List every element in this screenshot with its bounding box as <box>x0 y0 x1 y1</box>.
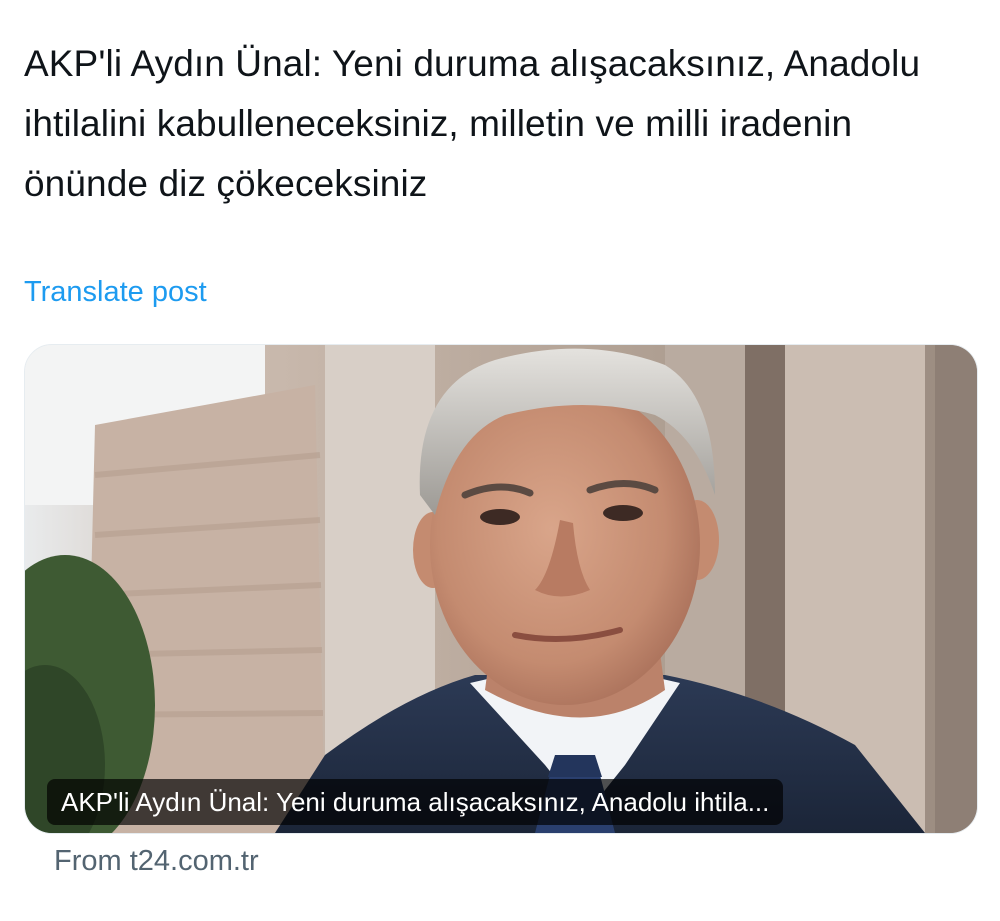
article-photo <box>25 345 977 833</box>
link-source[interactable]: From t24.com.tr <box>54 845 259 878</box>
post-text: AKP'li Aydın Ünal: Yeni duruma alışacaks… <box>24 43 921 204</box>
translate-post-link[interactable]: Translate post <box>24 276 207 309</box>
link-preview-card[interactable]: AKP'li Aydın Ünal: Yeni duruma alışacaks… <box>24 344 978 834</box>
card-caption: AKP'li Aydın Ünal: Yeni duruma alışacaks… <box>47 779 784 825</box>
